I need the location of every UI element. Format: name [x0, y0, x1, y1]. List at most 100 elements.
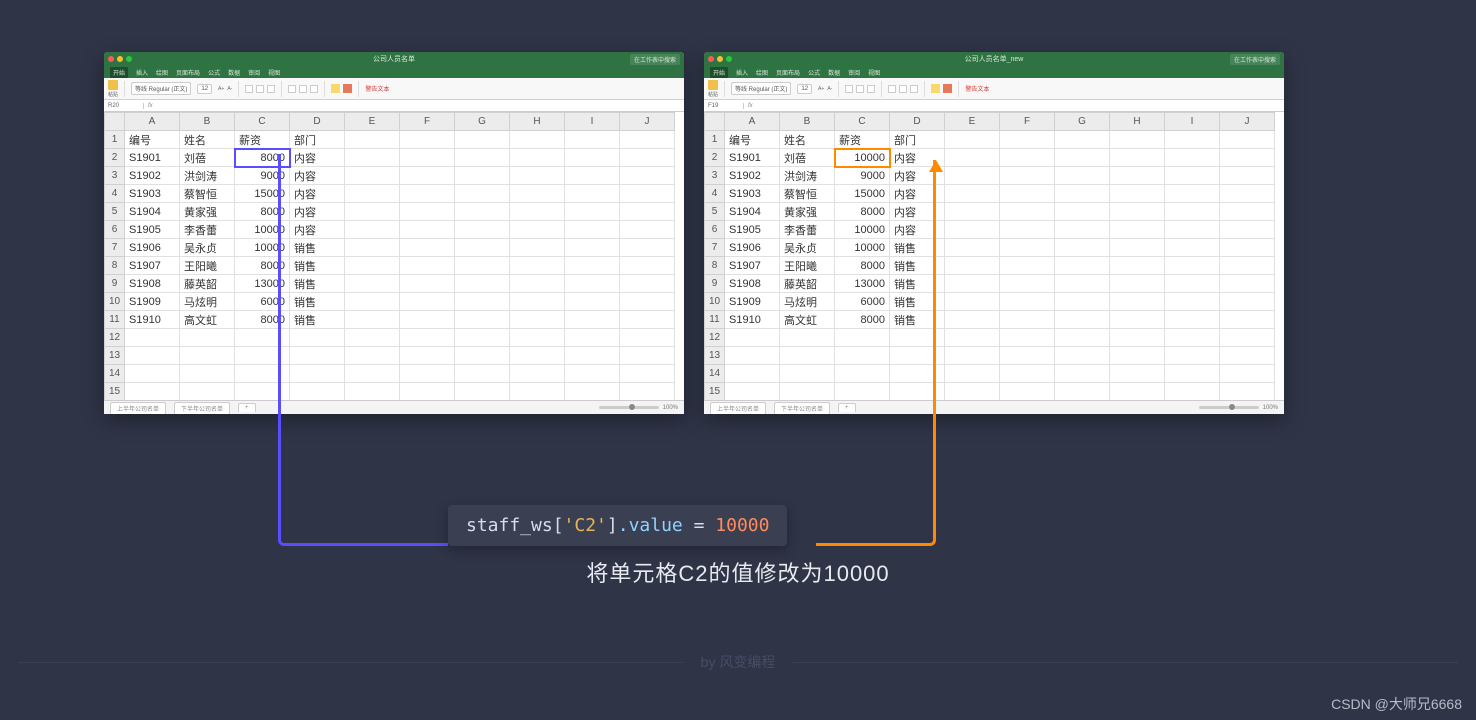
cell[interactable] — [455, 365, 510, 383]
cell[interactable]: S1910 — [725, 311, 780, 329]
cell[interactable] — [945, 311, 1000, 329]
cell[interactable] — [1165, 185, 1220, 203]
cell[interactable] — [510, 275, 565, 293]
cell[interactable] — [565, 257, 620, 275]
cell[interactable]: 内容 — [290, 203, 345, 221]
row-header[interactable]: 5 — [705, 203, 725, 221]
cell[interactable]: 10000 — [235, 239, 290, 257]
sheet-tab[interactable]: 上半年公司名单 — [710, 402, 766, 414]
cell[interactable] — [835, 329, 890, 347]
cell[interactable] — [1220, 203, 1275, 221]
cell[interactable] — [1165, 203, 1220, 221]
cell[interactable] — [1220, 239, 1275, 257]
cell[interactable]: 内容 — [890, 221, 945, 239]
cell[interactable] — [1220, 167, 1275, 185]
cell[interactable]: S1906 — [125, 239, 180, 257]
cell[interactable] — [345, 185, 400, 203]
cell[interactable]: 蔡智恒 — [180, 185, 235, 203]
cell[interactable] — [620, 167, 675, 185]
align-center-button[interactable] — [299, 85, 307, 93]
menu-item[interactable]: 公式 — [208, 68, 220, 77]
cell[interactable] — [1000, 221, 1055, 239]
cell[interactable] — [455, 311, 510, 329]
cell[interactable]: 姓名 — [780, 131, 835, 149]
cell[interactable]: 销售 — [890, 239, 945, 257]
cell[interactable]: 洪剑涛 — [180, 167, 235, 185]
cell[interactable]: 姓名 — [180, 131, 235, 149]
cell[interactable] — [510, 131, 565, 149]
grid[interactable]: ABCDEFGHIJ1编号姓名薪资部门2S1901刘蓓8000内容3S1902洪… — [104, 112, 675, 401]
row-header[interactable]: 7 — [105, 239, 125, 257]
italic-button[interactable] — [256, 85, 264, 93]
cell[interactable] — [565, 383, 620, 401]
cell[interactable]: 8000 — [235, 203, 290, 221]
cell[interactable] — [945, 347, 1000, 365]
cell[interactable]: 刘蓓 — [180, 149, 235, 167]
cell[interactable] — [565, 131, 620, 149]
formula-bar[interactable]: F19 fx — [704, 100, 1284, 112]
cell[interactable] — [455, 275, 510, 293]
cell[interactable]: S1904 — [725, 203, 780, 221]
cell[interactable] — [400, 347, 455, 365]
column-header[interactable]: C — [235, 113, 290, 131]
cell[interactable]: 吴永贞 — [180, 239, 235, 257]
column-header[interactable]: D — [290, 113, 345, 131]
column-header[interactable]: C — [835, 113, 890, 131]
cell[interactable] — [400, 203, 455, 221]
cell[interactable]: 8000 — [835, 203, 890, 221]
cell[interactable]: 薪资 — [235, 131, 290, 149]
row-header[interactable]: 13 — [105, 347, 125, 365]
cell[interactable] — [1055, 203, 1110, 221]
cell[interactable] — [620, 275, 675, 293]
row-header[interactable]: 14 — [105, 365, 125, 383]
grid[interactable]: ABCDEFGHIJ1编号姓名薪资部门2S1901刘蓓10000内容3S1902… — [704, 112, 1275, 401]
cell[interactable] — [125, 347, 180, 365]
cell[interactable]: 马炫明 — [780, 293, 835, 311]
cell[interactable]: 销售 — [290, 275, 345, 293]
cell[interactable] — [780, 347, 835, 365]
cell[interactable]: 洪剑涛 — [780, 167, 835, 185]
align-right-button[interactable] — [910, 85, 918, 93]
cell[interactable]: 13000 — [835, 275, 890, 293]
menu-item[interactable]: 绘图 — [756, 68, 768, 77]
cell[interactable] — [620, 149, 675, 167]
column-header[interactable]: H — [510, 113, 565, 131]
cell[interactable] — [1110, 311, 1165, 329]
column-header[interactable]: I — [1165, 113, 1220, 131]
cell[interactable] — [1220, 293, 1275, 311]
cell[interactable] — [620, 311, 675, 329]
row-header[interactable]: 13 — [705, 347, 725, 365]
column-header[interactable]: H — [1110, 113, 1165, 131]
cell[interactable] — [565, 167, 620, 185]
cell[interactable] — [345, 167, 400, 185]
cell[interactable] — [945, 383, 1000, 401]
cell[interactable] — [180, 383, 235, 401]
italic-button[interactable] — [856, 85, 864, 93]
cell[interactable] — [1165, 383, 1220, 401]
cell[interactable] — [1110, 221, 1165, 239]
cell[interactable] — [945, 221, 1000, 239]
cell[interactable] — [400, 131, 455, 149]
row-header[interactable]: 15 — [105, 383, 125, 401]
cell[interactable] — [455, 239, 510, 257]
cell[interactable] — [510, 293, 565, 311]
cell[interactable] — [510, 203, 565, 221]
cell[interactable]: 内容 — [290, 221, 345, 239]
cell[interactable] — [1110, 293, 1165, 311]
cell[interactable]: 藤英韶 — [180, 275, 235, 293]
cell[interactable] — [345, 329, 400, 347]
cell[interactable] — [780, 365, 835, 383]
cell[interactable] — [125, 383, 180, 401]
row-header[interactable]: 8 — [705, 257, 725, 275]
cell[interactable]: 13000 — [235, 275, 290, 293]
cell[interactable] — [620, 131, 675, 149]
cell[interactable] — [1165, 239, 1220, 257]
cell[interactable]: S1904 — [125, 203, 180, 221]
cell[interactable] — [1110, 329, 1165, 347]
cell[interactable] — [400, 383, 455, 401]
cell[interactable]: 王阳曦 — [180, 257, 235, 275]
cell[interactable]: S1902 — [125, 167, 180, 185]
cell[interactable] — [1220, 365, 1275, 383]
column-header[interactable]: A — [725, 113, 780, 131]
cell[interactable] — [510, 365, 565, 383]
